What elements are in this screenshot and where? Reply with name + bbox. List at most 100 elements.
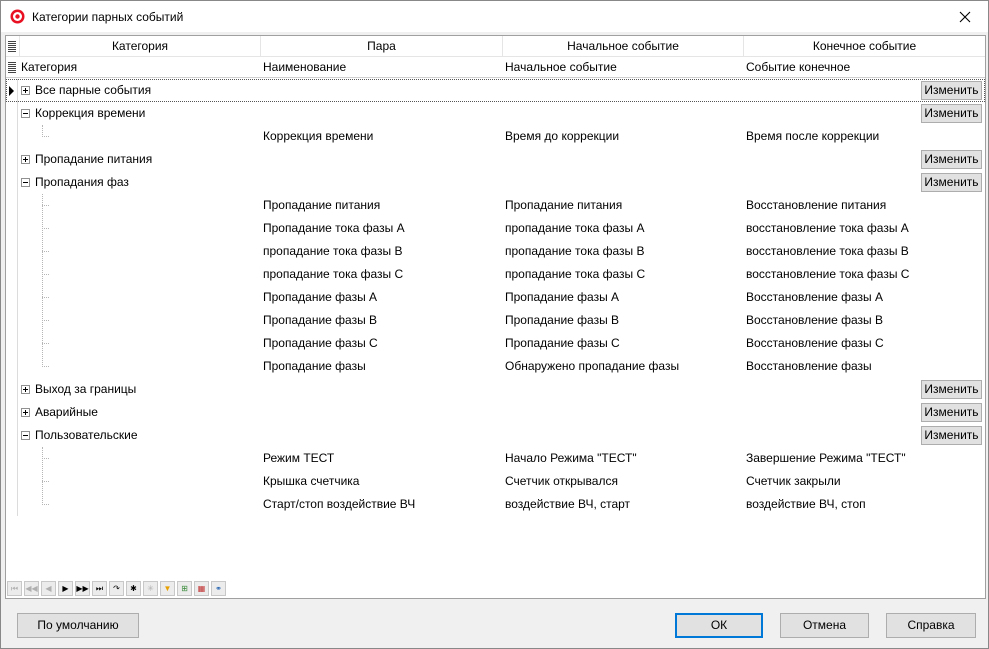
pair-row[interactable]: Пропадание фазы A Пропадание фазы A Восста…	[6, 286, 985, 309]
expand-icon[interactable]	[21, 155, 30, 164]
edit-group-button[interactable]: Изменить	[921, 380, 982, 399]
collapse-icon[interactable]	[21, 431, 30, 440]
pair-row[interactable]: Пропадание фазы C Пропадание фазы C Восста…	[6, 332, 985, 355]
group-row[interactable]: Пользовательские Изменить	[6, 424, 985, 447]
tree-connector	[42, 504, 49, 505]
grid-body: Все парные события Изменить Коррекция врем…	[6, 79, 985, 579]
start-event-cell: Время до коррекции	[505, 129, 620, 143]
column-header-end-event[interactable]: Событие конечное	[743, 57, 985, 78]
pair-row[interactable]: Пропадание тока фазы A пропадание тока фа…	[6, 217, 985, 240]
group-label: Пользовательские	[35, 428, 138, 442]
pair-row[interactable]: Пропадание фазы B Пропадание фазы B Восста…	[6, 309, 985, 332]
category-grid[interactable]: Категория Пара Начальное событие Конечно…	[5, 35, 986, 599]
navigator-button[interactable]: ✱	[126, 581, 141, 596]
navigator-button[interactable]: ▶	[58, 581, 73, 596]
pair-row[interactable]: Пропадание питания Пропадание питания Восс…	[6, 194, 985, 217]
expand-icon[interactable]	[21, 385, 30, 394]
pair-row[interactable]: Коррекция времени Время до коррекции Время…	[6, 125, 985, 148]
pair-row[interactable]: пропадание тока фазы C пропадание тока фа…	[6, 263, 985, 286]
group-label: Пропадание питания	[35, 152, 153, 166]
edit-group-button[interactable]: Изменить	[921, 104, 982, 123]
edit-group-button[interactable]: Изменить	[921, 150, 982, 169]
cancel-button[interactable]: Отмена	[780, 613, 869, 638]
end-event-cell: Восстановление питания	[746, 198, 887, 212]
pair-row[interactable]: Режим ТЕСТ Начало Режима "ТЕСТ" Завершение…	[6, 447, 985, 470]
expand-icon[interactable]	[21, 86, 30, 95]
tree-connector	[42, 136, 49, 137]
pair-name-cell: Пропадание тока фазы A	[263, 221, 405, 235]
group-label: Коррекция времени	[35, 106, 146, 120]
navigator-button[interactable]: ↷	[109, 581, 124, 596]
ok-button[interactable]: ОК	[675, 613, 763, 638]
group-label: Выход за границы	[35, 382, 137, 396]
column-header-name[interactable]: Наименование	[260, 57, 502, 78]
band-header-category[interactable]: Категория	[19, 36, 260, 57]
title-bar: Категории парных событий	[1, 1, 988, 32]
group-row[interactable]: Пропадания фаз Изменить	[6, 171, 985, 194]
dialog-window: Категории парных событий Категория Пара …	[0, 0, 989, 649]
pair-name-cell: Коррекция времени	[263, 129, 374, 143]
start-event-cell: Пропадание питания	[505, 198, 623, 212]
pair-name-cell: пропадание тока фазы C	[263, 267, 404, 281]
last-page-icon: ⏭	[95, 583, 104, 593]
pair-name-cell: Старт/стоп воздействие ВЧ	[263, 497, 416, 511]
edit-group-button[interactable]: Изменить	[921, 81, 982, 100]
group-row[interactable]: Пропадание питания Изменить	[6, 148, 985, 171]
navigator-button[interactable]: ▼	[160, 581, 175, 596]
column-header-start-event[interactable]: Начальное событие	[502, 57, 743, 78]
column-header-category[interactable]: Категория	[18, 57, 260, 78]
end-event-cell: Восстановление фазы A	[746, 290, 884, 304]
defaults-button[interactable]: По умолчанию	[17, 613, 139, 638]
edit-group-button[interactable]: Изменить	[921, 173, 982, 192]
navigator-button[interactable]: ✳	[143, 581, 158, 596]
pair-row[interactable]: Старт/стоп воздействие ВЧ воздействие ВЧ,…	[6, 493, 985, 516]
start-event-cell: Пропадание фазы C	[505, 336, 620, 350]
start-event-cell: Пропадание фазы A	[505, 290, 620, 304]
navigator-button[interactable]: ◀◀	[24, 581, 39, 596]
group-row[interactable]: Все парные события Изменить	[6, 79, 985, 102]
group-row[interactable]: Коррекция времени Изменить	[6, 102, 985, 125]
tree-connector	[42, 274, 49, 275]
navigator-button[interactable]: ▦	[194, 581, 209, 596]
tree-connector	[42, 481, 49, 482]
start-event-cell: пропадание тока фазы C	[505, 267, 646, 281]
refresh-icon: ↷	[113, 584, 120, 593]
tree-connector	[42, 366, 49, 367]
current-row-indicator-icon	[9, 86, 14, 96]
collapse-icon[interactable]	[21, 109, 30, 118]
end-event-cell: Восстановление фазы C	[746, 336, 884, 350]
group-row[interactable]: Выход за границы Изменить	[6, 378, 985, 401]
band-header-start-event[interactable]: Начальное событие	[502, 36, 743, 57]
pair-name-cell: Крышка счетчика	[263, 474, 360, 488]
next-page-icon: ▶▶	[76, 584, 89, 593]
navigator-button[interactable]: ⊞	[177, 581, 192, 596]
first-page-icon: ⏮	[10, 583, 19, 593]
navigator-button[interactable]: ◀	[41, 581, 56, 596]
edit-group-button[interactable]: Изменить	[921, 403, 982, 422]
start-event-cell: воздействие ВЧ, старт	[505, 497, 631, 511]
end-event-cell: восстановление тока фазы B	[746, 244, 909, 258]
expand-icon[interactable]	[21, 408, 30, 417]
navigator-button[interactable]: ⏭	[92, 581, 107, 596]
pair-row[interactable]: Пропадание фазы Обнаружено пропадание фаз…	[6, 355, 985, 378]
group-label: Аварийные	[35, 405, 98, 419]
grid-header-columns: Категория Наименование Начальное событие…	[6, 57, 985, 78]
column-chooser-icon[interactable]	[8, 41, 16, 52]
column-chooser-icon[interactable]	[8, 62, 16, 73]
start-event-cell: пропадание тока фазы A	[505, 221, 645, 235]
band-header-end-event[interactable]: Конечное событие	[743, 36, 985, 57]
edit-group-button[interactable]: Изменить	[921, 426, 982, 445]
pair-row[interactable]: Крышка счетчика Счетчик открывался Счетчик…	[6, 470, 985, 493]
group-row[interactable]: Аварийные Изменить	[6, 401, 985, 424]
navigator-button[interactable]: ⚭	[211, 581, 226, 596]
band-header-pair[interactable]: Пара	[260, 36, 502, 57]
collapse-icon[interactable]	[21, 178, 30, 187]
pair-row[interactable]: пропадание тока фазы B пропадание тока фа…	[6, 240, 985, 263]
help-button[interactable]: Справка	[886, 613, 976, 638]
pair-name-cell: Пропадание фазы A	[263, 290, 378, 304]
close-button[interactable]	[942, 1, 988, 32]
navigator-button[interactable]: ⏮	[7, 581, 22, 596]
navigator-button[interactable]: ▶▶	[75, 581, 90, 596]
start-event-cell: Начало Режима "ТЕСТ"	[505, 451, 637, 465]
prior-page-icon: ◀◀	[25, 584, 38, 593]
